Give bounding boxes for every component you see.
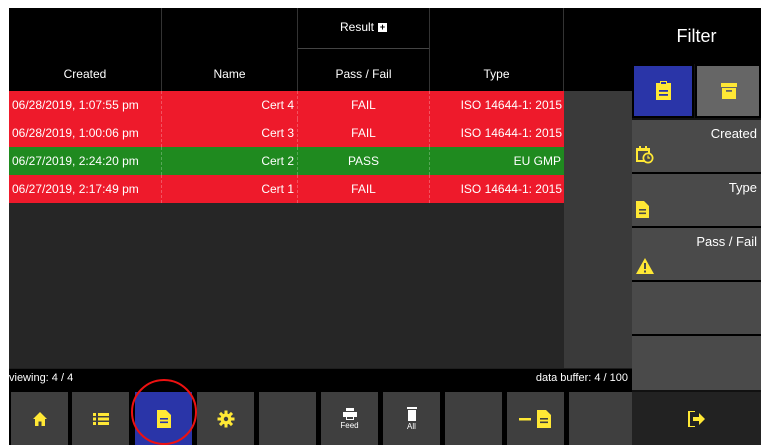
column-result[interactable]: Result + Pass / Fail	[298, 8, 430, 91]
column-blank	[564, 8, 632, 91]
column-type-label: Type	[483, 67, 510, 81]
cell-type: ISO 14644-1: 2015	[460, 182, 562, 196]
table-row[interactable]: 06/27/2019, 2:24:20 pm Cert 2 PASS EU GM…	[9, 147, 564, 175]
bottom-toolbar: Feed All	[9, 387, 632, 445]
trash-icon	[406, 406, 417, 421]
table-row[interactable]: 06/27/2019, 2:17:49 pm Cert 1 FAIL ISO 1…	[9, 175, 564, 203]
column-pass-fail-label: Pass / Fail	[335, 67, 392, 81]
results-panel: Created Name Result + Pass / Fail Type 06…	[9, 8, 632, 445]
filter-title: Filter	[632, 8, 761, 64]
column-created[interactable]: Created	[9, 8, 162, 91]
list-button[interactable]	[72, 392, 129, 445]
cell-type: ISO 14644-1: 2015	[460, 126, 562, 140]
filter-type-label: Type	[728, 180, 757, 195]
empty-slot	[259, 392, 316, 445]
clipboard-icon	[656, 81, 671, 100]
data-buffer-count: data buffer: 4 / 100	[535, 372, 628, 384]
filter-panel: Filter Created Type Pass / Fail	[632, 8, 761, 445]
settings-button[interactable]	[197, 392, 254, 445]
cell-created: 06/27/2019, 2:24:20 pm	[9, 147, 162, 175]
table-row[interactable]: 06/28/2019, 1:07:55 pm Cert 4 FAIL ISO 1…	[9, 91, 564, 119]
column-name-label: Name	[213, 67, 246, 81]
cell-result: FAIL	[298, 175, 430, 203]
home-icon	[32, 411, 47, 426]
column-type[interactable]: Type	[430, 8, 564, 91]
filter-empty-slot	[632, 282, 761, 336]
document-icon	[636, 201, 649, 218]
filter-created-button[interactable]: Created	[632, 120, 761, 174]
table-right-strip	[564, 91, 632, 368]
cell-result: PASS	[298, 147, 430, 175]
expand-plus-icon[interactable]: +	[378, 23, 387, 33]
cell-name: Cert 4	[162, 91, 298, 119]
filter-type-button[interactable]: Type	[632, 174, 761, 228]
exit-button[interactable]	[632, 392, 761, 445]
list-icon	[92, 412, 109, 425]
result-group-caption: Result +	[298, 8, 429, 49]
cell-name: Cert 3	[162, 119, 298, 147]
calendar-clock-icon	[636, 146, 654, 164]
cell-result: FAIL	[298, 119, 430, 147]
cell-type: ISO 14644-1: 2015	[460, 98, 562, 112]
filter-pass-fail-button[interactable]: Pass / Fail	[632, 228, 761, 282]
column-name[interactable]: Name	[162, 8, 298, 91]
status-bar: viewing: 4 / 4 data buffer: 4 / 100	[9, 369, 632, 387]
filter-empty-slot	[632, 336, 761, 390]
viewing-count: viewing: 4 / 4	[9, 372, 74, 384]
feed-label: Feed	[340, 420, 359, 430]
cell-created: 06/28/2019, 1:00:06 pm	[9, 119, 162, 147]
warning-icon	[636, 258, 654, 274]
empty-slot	[445, 392, 502, 445]
certificate-view-button[interactable]	[632, 64, 694, 118]
certificates-button[interactable]	[135, 392, 192, 445]
home-button[interactable]	[11, 392, 68, 445]
remove-document-icon	[518, 409, 551, 428]
feed-button[interactable]: Feed	[321, 392, 378, 445]
cell-result: FAIL	[298, 91, 430, 119]
cell-name: Cert 2	[162, 147, 298, 175]
filter-pass-fail-label: Pass / Fail	[696, 234, 757, 249]
print-icon	[342, 407, 357, 420]
exit-icon	[687, 410, 705, 427]
cell-type: EU GMP	[513, 154, 561, 168]
table-row[interactable]: 06/28/2019, 1:00:06 pm Cert 3 FAIL ISO 1…	[9, 119, 564, 147]
archive-icon	[721, 83, 737, 99]
gear-icon	[217, 410, 234, 427]
document-icon	[156, 409, 171, 428]
remove-certificate-button[interactable]	[507, 392, 564, 445]
table-header: Created Name Result + Pass / Fail Type	[9, 8, 632, 91]
delete-all-button[interactable]: All	[383, 392, 440, 445]
result-caption-label: Result	[339, 20, 374, 34]
archive-view-button[interactable]	[695, 64, 761, 118]
table-body: 06/28/2019, 1:07:55 pm Cert 4 FAIL ISO 1…	[9, 91, 632, 368]
cell-created: 06/27/2019, 2:17:49 pm	[9, 175, 162, 203]
all-label: All	[407, 421, 416, 431]
cell-created: 06/28/2019, 1:07:55 pm	[9, 91, 162, 119]
cell-name: Cert 1	[162, 175, 298, 203]
app-screen: Created Name Result + Pass / Fail Type 06…	[9, 8, 761, 445]
column-created-label: Created	[63, 67, 107, 81]
filter-created-label: Created	[710, 126, 757, 141]
empty-slot	[569, 392, 632, 445]
